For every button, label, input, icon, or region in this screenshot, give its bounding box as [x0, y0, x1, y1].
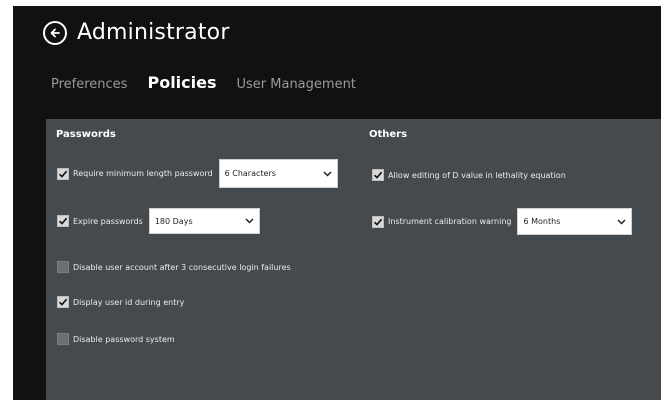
passwords-section-title: Passwords	[56, 129, 116, 140]
display-userid-row: Display user id during entry	[57, 296, 184, 308]
allow-editing-row: Allow editing of D value in lethality eq…	[372, 169, 566, 181]
calibration-select[interactable]: 6 Months	[517, 208, 633, 235]
expire-checkbox[interactable]	[57, 215, 69, 227]
check-icon	[58, 217, 68, 225]
tab-policies[interactable]: Policies	[147, 73, 216, 92]
chevron-down-icon	[245, 218, 254, 224]
disable-account-checkbox[interactable]	[57, 261, 69, 273]
back-button[interactable]	[43, 20, 67, 45]
calibration-checkbox[interactable]	[372, 215, 384, 228]
calibration-value: 6 Months	[523, 217, 561, 226]
policies-panel: Passwords Require minimum length passwor…	[46, 119, 661, 400]
expire-label: Expire passwords	[73, 216, 143, 226]
disable-system-label: Disable password system	[73, 334, 175, 344]
chevron-down-icon	[323, 170, 332, 177]
check-icon	[58, 298, 68, 306]
header: Administrator	[43, 20, 230, 45]
expire-select[interactable]: 180 Days	[148, 208, 260, 234]
chevron-down-icon	[617, 218, 627, 225]
calibration-row: Instrument calibration warning 6 Months	[372, 208, 633, 235]
calibration-label: Instrument calibration warning	[388, 217, 512, 226]
expire-value: 180 Days	[154, 216, 193, 226]
admin-window: Administrator Preferences Policies User …	[13, 6, 661, 400]
disable-system-checkbox[interactable]	[57, 333, 69, 345]
check-icon	[373, 218, 383, 226]
allow-editing-label: Allow editing of D value in lethality eq…	[388, 170, 566, 180]
page-title: Administrator	[77, 20, 230, 45]
tab-bar: Preferences Policies User Management	[51, 73, 376, 92]
disable-account-label: Disable user account after 3 consecutive…	[73, 262, 291, 272]
min-length-checkbox[interactable]	[57, 167, 69, 180]
display-userid-label: Display user id during entry	[73, 297, 185, 307]
display-userid-checkbox[interactable]	[57, 296, 69, 308]
others-section-title: Others	[369, 129, 408, 140]
arrow-left-circle-icon	[50, 28, 60, 37]
tab-user-management[interactable]: User Management	[237, 77, 356, 92]
check-icon	[373, 171, 383, 179]
min-length-value: 6 Characters	[224, 169, 276, 178]
min-length-label: Require minimum length password	[73, 169, 213, 178]
disable-system-row: Disable password system	[57, 333, 175, 345]
min-length-select[interactable]: 6 Characters	[218, 159, 338, 188]
tab-preferences[interactable]: Preferences	[51, 77, 127, 92]
allow-editing-checkbox[interactable]	[372, 169, 384, 181]
expire-row: Expire passwords 180 Days	[57, 208, 260, 234]
min-length-row: Require minimum length password 6 Charac…	[57, 159, 338, 188]
check-icon	[58, 170, 68, 178]
disable-account-row: Disable user account after 3 consecutive…	[57, 261, 291, 273]
